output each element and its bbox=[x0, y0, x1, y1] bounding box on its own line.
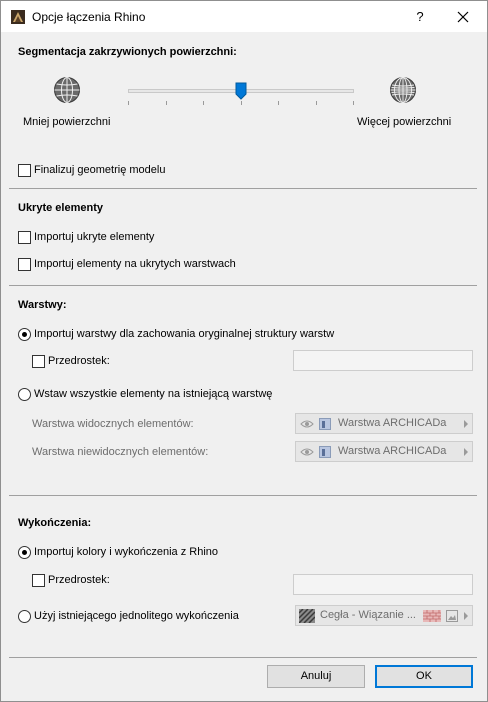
separator bbox=[9, 495, 477, 496]
separator bbox=[9, 188, 477, 189]
globe-more-icon bbox=[390, 77, 416, 103]
import-hidden-checkbox[interactable] bbox=[18, 231, 31, 244]
import-finishes-radio[interactable] bbox=[18, 546, 31, 559]
dropdown-arrow-icon bbox=[464, 420, 468, 428]
close-icon[interactable] bbox=[448, 6, 478, 28]
slider-tick bbox=[316, 101, 317, 105]
finishes-title: Wykończenia: bbox=[18, 517, 92, 529]
surface-dropdown[interactable]: Cegła - Wiązanie ... bbox=[295, 605, 473, 626]
layers-prefix-input[interactable] bbox=[293, 350, 473, 371]
existing-surface-radio[interactable] bbox=[18, 610, 31, 623]
segmentation-slider[interactable] bbox=[128, 79, 354, 109]
existing-layer-radio[interactable] bbox=[18, 388, 31, 401]
slider-thumb[interactable] bbox=[235, 82, 247, 100]
import-hidden-layers-checkbox[interactable] bbox=[18, 258, 31, 271]
eye-icon bbox=[300, 448, 314, 456]
rhino-merge-options-dialog: Opcje łączenia Rhino ? Segmentacja zakrz… bbox=[0, 0, 488, 702]
slider-tick bbox=[241, 101, 242, 105]
surface-value: Cegła - Wiązanie ... bbox=[320, 609, 416, 621]
layers-prefix-checkbox[interactable] bbox=[32, 355, 45, 368]
dropdown-arrow-icon bbox=[464, 448, 468, 456]
slider-tick bbox=[203, 101, 204, 105]
slider-tick bbox=[128, 101, 129, 105]
hidden-elements-title: Ukryte elementy bbox=[18, 202, 103, 214]
finishes-prefix-input[interactable] bbox=[293, 574, 473, 595]
separator bbox=[9, 657, 477, 658]
finalize-geometry-checkbox[interactable] bbox=[18, 164, 31, 177]
slider-tick bbox=[166, 101, 167, 105]
title-bar: Opcje łączenia Rhino ? bbox=[1, 1, 487, 32]
window-title: Opcje łączenia Rhino bbox=[32, 10, 146, 24]
import-hidden-label: Importuj ukryte elementy bbox=[34, 231, 155, 243]
layer-icon bbox=[319, 418, 331, 430]
help-button[interactable]: ? bbox=[409, 6, 431, 28]
brick-swatch-icon bbox=[423, 610, 441, 622]
less-surfaces-label: Mniej powierzchni bbox=[23, 116, 111, 128]
cancel-button[interactable]: Anuluj bbox=[267, 665, 365, 688]
import-layers-label: Importuj warstwy dla zachowania oryginal… bbox=[34, 328, 335, 340]
slider-tick bbox=[278, 101, 279, 105]
visible-layer-dropdown[interactable]: Warstwa ARCHICADa bbox=[295, 413, 473, 434]
finishes-prefix-checkbox[interactable] bbox=[32, 574, 45, 587]
invisible-layer-dropdown[interactable]: Warstwa ARCHICADa bbox=[295, 441, 473, 462]
import-hidden-layers-label: Importuj elementy na ukrytych warstwach bbox=[34, 258, 236, 270]
dropdown-arrow-icon bbox=[464, 612, 468, 620]
picture-icon bbox=[446, 610, 458, 622]
existing-surface-label: Użyj istniejącego jednolitego wykończeni… bbox=[34, 610, 239, 622]
visible-layer-label: Warstwa widocznych elementów: bbox=[32, 418, 194, 430]
layers-prefix-label: Przedrostek: bbox=[48, 355, 110, 367]
slider-tick bbox=[353, 101, 354, 105]
more-surfaces-label: Więcej powierzchni bbox=[357, 116, 452, 128]
finishes-prefix-label: Przedrostek: bbox=[48, 574, 110, 586]
invisible-layer-value: Warstwa ARCHICADa bbox=[338, 445, 447, 457]
separator bbox=[9, 285, 477, 286]
globe-less-icon bbox=[54, 77, 80, 103]
ok-button[interactable]: OK bbox=[375, 665, 473, 688]
layer-icon bbox=[319, 446, 331, 458]
finalize-geometry-label: Finalizuj geometrię modelu bbox=[34, 164, 166, 176]
import-layers-radio[interactable] bbox=[18, 328, 31, 341]
visible-layer-value: Warstwa ARCHICADa bbox=[338, 417, 447, 429]
surface-pattern-icon bbox=[299, 609, 315, 623]
segmentation-title: Segmentacja zakrzywionych powierzchni: bbox=[18, 46, 237, 58]
existing-layer-label: Wstaw wszystkie elementy na istniejącą w… bbox=[34, 388, 273, 400]
eye-icon bbox=[300, 420, 314, 428]
layers-title: Warstwy: bbox=[18, 299, 67, 311]
invisible-layer-label: Warstwa niewidocznych elementów: bbox=[32, 446, 209, 458]
import-finishes-label: Importuj kolory i wykończenia z Rhino bbox=[34, 546, 219, 558]
archicad-app-icon bbox=[11, 10, 25, 24]
